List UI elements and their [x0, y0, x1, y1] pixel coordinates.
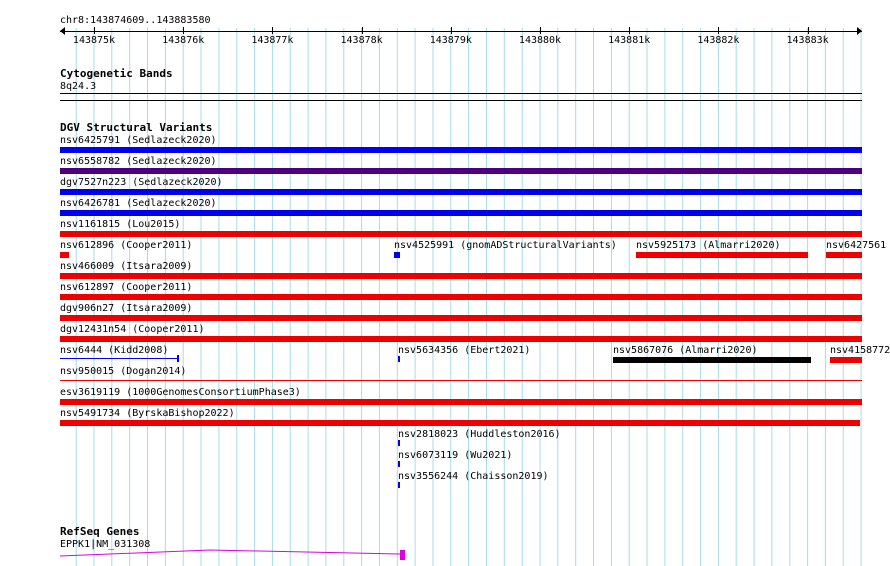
sv-feature-bar[interactable]: [60, 168, 862, 174]
sv-feature-line[interactable]: [60, 358, 178, 359]
ruler-tick-mark: [807, 27, 809, 34]
sv-label[interactable]: nsv3556244 (Chaisson2019): [398, 471, 549, 482]
ruler-location: chr8:143874609..143883580: [60, 15, 211, 26]
sv-feature-end: [177, 355, 179, 362]
sv-label[interactable]: nsv6427561: [826, 240, 886, 251]
sv-feature-bar[interactable]: [60, 252, 69, 258]
ruler-right-arrow-icon: [857, 27, 862, 35]
sv-feature-bar[interactable]: [398, 461, 400, 467]
ruler-tick-label: 143882k: [697, 35, 740, 46]
ruler-tick-mark: [272, 27, 274, 34]
ruler-tick-mark: [361, 27, 363, 34]
sv-feature-bar[interactable]: [60, 336, 862, 342]
sv-label[interactable]: nsv5491734 (ByrskaBishop2022): [60, 408, 235, 419]
sv-label[interactable]: dgv906n27 (Itsara2009): [60, 303, 192, 314]
sv-feature-bar[interactable]: [826, 252, 862, 258]
sv-label[interactable]: nsv612897 (Cooper2011): [60, 282, 192, 293]
sv-label[interactable]: nsv5634356 (Ebert2021): [398, 345, 530, 356]
cytoband-label: 8q24.3: [60, 81, 97, 92]
sv-label[interactable]: nsv6444 (Kidd2008): [60, 345, 168, 356]
sv-label[interactable]: nsv6426781 (Sedlazeck2020): [60, 198, 217, 209]
cytobands-track-title: Cytogenetic Bands: [60, 67, 173, 80]
sv-feature-bar[interactable]: [60, 273, 862, 279]
track-divider: [60, 100, 862, 101]
ruler-tick-mark: [718, 27, 720, 34]
ruler-tick-label: 143877k: [251, 35, 294, 46]
sv-feature-bar[interactable]: [398, 356, 400, 362]
sv-label[interactable]: dgv12431n54 (Cooper2011): [60, 324, 205, 335]
sv-feature-bar[interactable]: [60, 420, 860, 426]
sv-feature-bar[interactable]: [60, 399, 862, 405]
refseq-track-title: RefSeq Genes: [60, 525, 140, 538]
sv-feature-bar[interactable]: [60, 315, 862, 321]
gene-model[interactable]: [60, 545, 410, 563]
ruler-tick-label: 143880k: [518, 35, 562, 46]
ruler-tick-mark: [629, 27, 631, 34]
ruler-tick-label: 143875k: [72, 35, 116, 46]
sv-label[interactable]: esv3619119 (1000GenomesConsortiumPhase3): [60, 387, 301, 398]
sv-feature-bar[interactable]: [60, 231, 862, 237]
sv-label[interactable]: nsv2818023 (Huddleston2016): [398, 429, 561, 440]
sv-feature-bar[interactable]: [394, 252, 400, 258]
ruler-tick-label: 143881k: [608, 35, 651, 46]
ruler-axis[interactable]: [60, 31, 862, 32]
ruler-tick-mark: [450, 27, 452, 34]
sv-feature-line[interactable]: [60, 380, 862, 381]
sv-feature-bar[interactable]: [398, 440, 400, 446]
sv-label[interactable]: nsv4158772: [830, 345, 890, 356]
ruler-tick-label: 143878k: [340, 35, 383, 46]
ruler-left-arrow-icon: [60, 27, 65, 35]
gene-intron-line: [60, 549, 401, 557]
sv-label[interactable]: nsv950015 (Dogan2014): [60, 366, 186, 377]
sv-feature-bar[interactable]: [60, 294, 862, 300]
sv-feature-bar[interactable]: [613, 357, 811, 363]
sv-label[interactable]: nsv4525991 (gnomADStructuralVariants): [394, 240, 617, 251]
ruler-tick-label: 143883k: [786, 35, 829, 46]
sv-feature-bar[interactable]: [636, 252, 808, 258]
sv-label[interactable]: nsv466009 (Itsara2009): [60, 261, 192, 272]
genome-browser-view: chr8:143874609..143883580 143875k 143876k…: [0, 0, 890, 566]
sv-feature-bar[interactable]: [830, 357, 862, 363]
sv-label[interactable]: nsv6073119 (Wu2021): [398, 450, 512, 461]
cytoband-ideogram[interactable]: [60, 93, 862, 94]
ruler-tick-mark: [540, 27, 541, 34]
sv-label[interactable]: nsv5925173 (Almarri2020): [636, 240, 781, 251]
ruler-tick-mark: [183, 27, 185, 34]
sv-feature-bar[interactable]: [60, 210, 862, 216]
ruler-tick-label: 143879k: [429, 35, 472, 46]
dgv-track-title: DGV Structural Variants: [60, 121, 213, 134]
sv-label[interactable]: dgv7527n223 (Sedlazeck2020): [60, 177, 223, 188]
sv-label[interactable]: nsv1161815 (Lou2015): [60, 219, 180, 230]
sv-feature-bar[interactable]: [398, 482, 400, 488]
sv-label[interactable]: nsv612896 (Cooper2011): [60, 240, 192, 251]
gene-exon: [400, 550, 405, 560]
sv-feature-bar[interactable]: [60, 189, 862, 195]
sv-feature-bar[interactable]: [60, 147, 862, 153]
sv-label[interactable]: nsv6558782 (Sedlazeck2020): [60, 156, 217, 167]
sv-label[interactable]: nsv6425791 (Sedlazeck2020): [60, 135, 217, 146]
ruler-tick-label: 143876k: [162, 35, 205, 46]
sv-label[interactable]: nsv5867076 (Almarri2020): [613, 345, 758, 356]
ruler-tick-mark: [94, 27, 95, 34]
